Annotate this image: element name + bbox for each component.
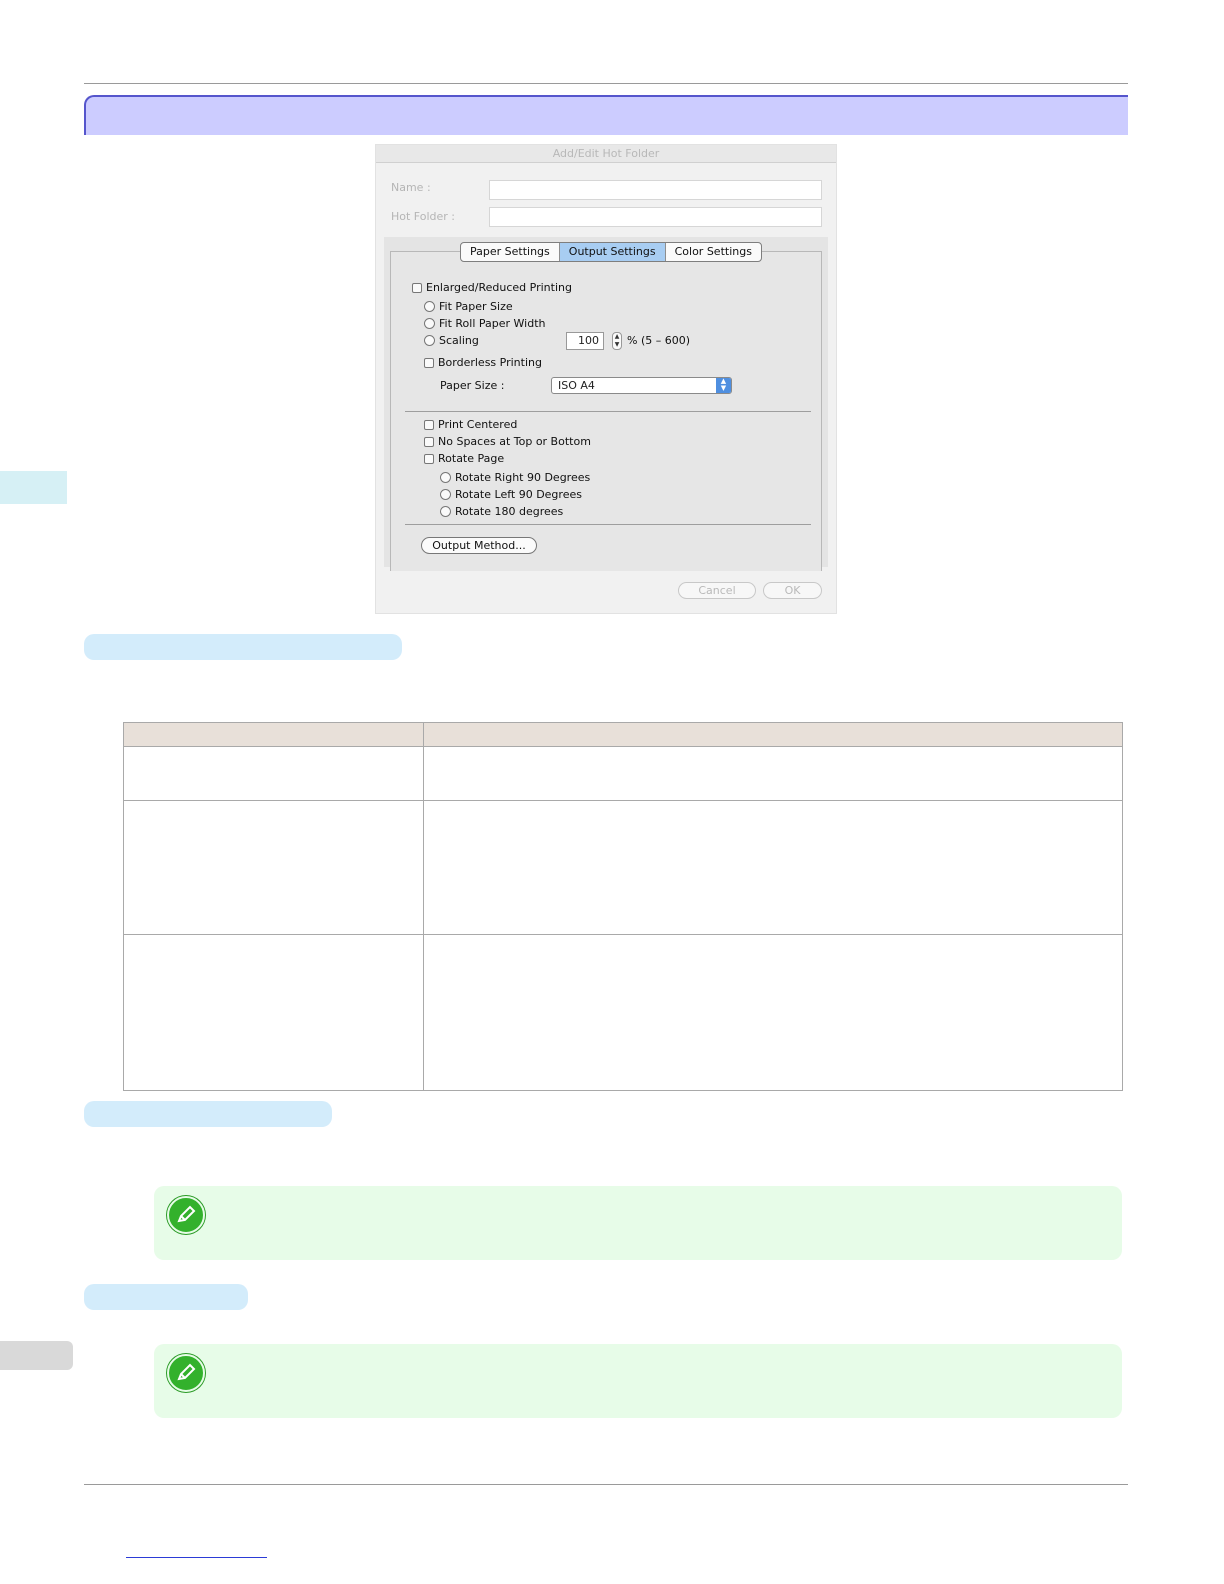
radio-icon bbox=[424, 335, 435, 346]
note-box-2 bbox=[154, 1344, 1122, 1418]
scaling-stepper-icon[interactable]: ▲ ▼ bbox=[612, 332, 622, 350]
select-arrows-icon: ▲ ▼ bbox=[716, 378, 731, 393]
bottom-rule bbox=[84, 1484, 1128, 1485]
name-label: Name : bbox=[391, 181, 431, 194]
table-cell bbox=[123, 800, 424, 935]
fit-paper-size-radio[interactable]: Fit Paper Size bbox=[424, 300, 513, 313]
checkbox-icon bbox=[412, 282, 422, 293]
tab-color-settings[interactable]: Color Settings bbox=[666, 243, 761, 261]
paper-size-select[interactable]: ISO A4 ▲ ▼ bbox=[551, 377, 732, 394]
add-edit-hot-folder-dialog: Add/Edit Hot Folder Name : Hot Folder : … bbox=[375, 144, 837, 614]
table-cell bbox=[123, 746, 424, 801]
checkbox-icon bbox=[424, 357, 434, 368]
ok-button[interactable]: OK bbox=[763, 582, 822, 599]
table-row bbox=[123, 746, 1123, 801]
settings-tabs: Paper Settings Output Settings Color Set… bbox=[460, 242, 762, 262]
rotate-page-checkbox[interactable]: Rotate Page bbox=[424, 452, 504, 465]
section-heading-3 bbox=[84, 1284, 248, 1310]
radio-icon bbox=[424, 318, 435, 329]
output-method-button[interactable]: Output Method... bbox=[421, 537, 537, 554]
section-heading-1 bbox=[84, 634, 402, 660]
table-row bbox=[123, 934, 1123, 1091]
radio-icon bbox=[440, 472, 451, 483]
note-pencil-icon bbox=[167, 1354, 205, 1392]
radio-icon bbox=[440, 506, 451, 517]
note-pencil-icon bbox=[167, 1196, 205, 1234]
borderless-printing-checkbox[interactable]: Borderless Printing bbox=[424, 356, 542, 369]
name-field[interactable] bbox=[489, 180, 822, 200]
scaling-input[interactable]: 100 bbox=[566, 332, 604, 350]
top-rule bbox=[84, 83, 1128, 84]
note-box-1 bbox=[154, 1186, 1122, 1260]
footer-link-underline[interactable] bbox=[126, 1557, 267, 1558]
section-heading-2 bbox=[84, 1101, 332, 1127]
no-spaces-checkbox[interactable]: No Spaces at Top or Bottom bbox=[424, 435, 591, 448]
table-cell bbox=[123, 934, 424, 1091]
paper-size-label: Paper Size : bbox=[440, 379, 505, 392]
table-header-cell bbox=[123, 722, 424, 747]
scaling-radio[interactable]: Scaling bbox=[424, 334, 479, 347]
page-side-tab bbox=[0, 1341, 73, 1370]
radio-icon bbox=[424, 301, 435, 312]
dialog-title: Add/Edit Hot Folder bbox=[376, 145, 836, 163]
table-cell bbox=[423, 934, 1123, 1091]
scaling-range-label: % (5 – 600) bbox=[627, 334, 691, 347]
rotate-180-radio[interactable]: Rotate 180 degrees bbox=[440, 505, 563, 518]
table-header-row bbox=[123, 722, 1123, 747]
rotate-left-radio[interactable]: Rotate Left 90 Degrees bbox=[440, 488, 582, 501]
checkbox-icon bbox=[424, 453, 434, 464]
settings-table bbox=[123, 722, 1123, 1091]
chapter-side-tab bbox=[0, 471, 67, 504]
radio-icon bbox=[440, 489, 451, 500]
enlarged-reduced-checkbox[interactable]: Enlarged/Reduced Printing bbox=[412, 281, 572, 294]
print-centered-checkbox[interactable]: Print Centered bbox=[424, 418, 517, 431]
rotate-right-radio[interactable]: Rotate Right 90 Degrees bbox=[440, 471, 590, 484]
hot-folder-field[interactable] bbox=[489, 207, 822, 227]
tab-paper-settings[interactable]: Paper Settings bbox=[461, 243, 560, 261]
fit-roll-paper-width-radio[interactable]: Fit Roll Paper Width bbox=[424, 317, 546, 330]
divider bbox=[405, 524, 811, 525]
tab-output-settings[interactable]: Output Settings bbox=[559, 243, 666, 261]
hot-folder-label: Hot Folder : bbox=[391, 210, 456, 223]
cancel-button[interactable]: Cancel bbox=[678, 582, 756, 599]
table-cell bbox=[423, 746, 1123, 801]
checkbox-icon bbox=[424, 436, 434, 447]
table-header-cell bbox=[423, 722, 1123, 747]
table-cell bbox=[423, 800, 1123, 935]
divider bbox=[405, 411, 811, 412]
table-row bbox=[123, 800, 1123, 935]
checkbox-icon bbox=[424, 419, 434, 430]
section-title-band bbox=[84, 95, 1128, 135]
